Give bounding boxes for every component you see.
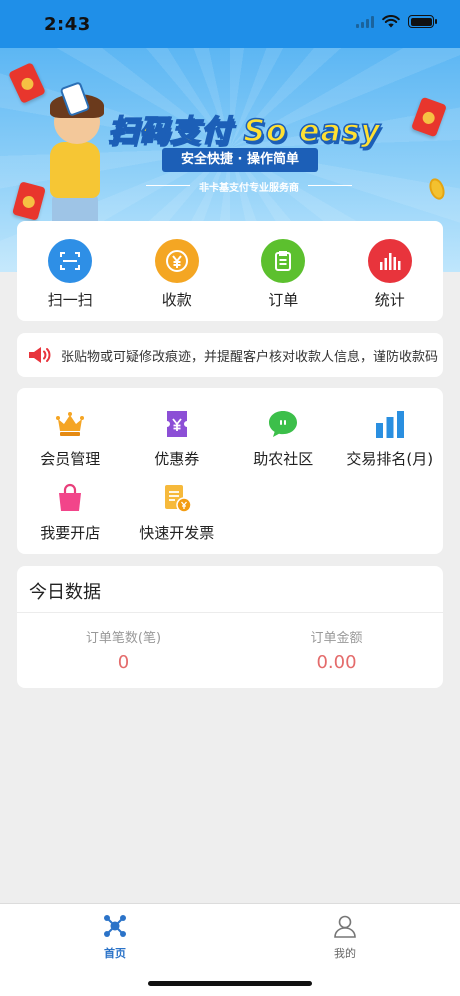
quick-action-label: 订单 bbox=[268, 291, 299, 309]
notice-bar[interactable]: 张贴物或可疑修改痕迹，并提醒客户核对收款人信息，谨防收款码 bbox=[17, 333, 443, 377]
shopping-bag-icon bbox=[54, 482, 86, 514]
today-data-card: 今日数据 订单笔数(笔) 0 订单金额 0.00 bbox=[17, 566, 443, 688]
quick-actions-card: 扫一扫 收款 订单 统计 bbox=[17, 221, 443, 321]
quick-action-orders[interactable]: 订单 bbox=[230, 221, 337, 321]
order-amount-label: 订单金额 bbox=[310, 631, 363, 646]
quick-action-statistics[interactable]: 统计 bbox=[337, 221, 444, 321]
service-label: 交易排名(月) bbox=[346, 450, 434, 468]
statistics-bars-icon bbox=[367, 239, 412, 283]
service-label: 我要开店 bbox=[40, 524, 101, 542]
banner-tagline: 非卡基支付专业服务商 bbox=[146, 179, 352, 194]
today-data-title: 今日数据 bbox=[17, 566, 443, 613]
quick-action-collect[interactable]: 收款 bbox=[124, 221, 231, 321]
service-open-shop[interactable]: 我要开店 bbox=[17, 482, 124, 556]
cellular-signal-icon bbox=[356, 15, 374, 28]
quick-action-label: 扫一扫 bbox=[47, 291, 93, 309]
services-grid: 会员管理 优惠券 助农社区 交易排名(月) 我要开店 快速开发票 bbox=[17, 388, 443, 554]
order-amount-value: 0.00 bbox=[316, 652, 357, 673]
service-coupons[interactable]: 优惠券 bbox=[124, 408, 231, 482]
home-indicator bbox=[148, 981, 312, 986]
quick-action-label: 统计 bbox=[374, 291, 405, 309]
order-count-value: 0 bbox=[117, 652, 130, 673]
service-farm-community[interactable]: 助农社区 bbox=[230, 408, 337, 482]
service-member-management[interactable]: 会员管理 bbox=[17, 408, 124, 482]
speaker-icon bbox=[29, 347, 51, 363]
order-count-stat[interactable]: 订单笔数(笔) 0 bbox=[17, 613, 230, 673]
service-label: 助农社区 bbox=[253, 450, 314, 468]
order-clipboard-icon bbox=[261, 239, 306, 283]
tab-label: 首页 bbox=[104, 947, 126, 960]
notice-text: 张贴物或可疑修改痕迹，并提醒客户核对收款人信息，谨防收款码 bbox=[61, 349, 439, 365]
service-monthly-ranking[interactable]: 交易排名(月) bbox=[337, 408, 444, 482]
battery-icon bbox=[408, 15, 437, 28]
wifi-icon bbox=[382, 15, 400, 28]
invoice-icon bbox=[161, 482, 193, 514]
status-bar: 2:43 bbox=[0, 0, 460, 48]
quick-action-scan[interactable]: 扫一扫 bbox=[17, 221, 124, 321]
service-label: 快速开发票 bbox=[139, 524, 215, 542]
quick-action-label: 收款 bbox=[161, 291, 192, 309]
status-time: 2:43 bbox=[44, 14, 91, 35]
scan-icon bbox=[48, 239, 93, 283]
banner-slogan: 扫码支付 So easy bbox=[107, 113, 382, 150]
service-quick-invoice[interactable]: 快速开发票 bbox=[124, 482, 231, 556]
ranking-bars-icon bbox=[374, 408, 406, 440]
banner-subtitle: 安全快捷 · 操作简单 bbox=[181, 152, 299, 167]
chat-bubble-icon bbox=[267, 408, 299, 440]
service-label: 会员管理 bbox=[40, 450, 101, 468]
coupon-icon bbox=[161, 408, 193, 440]
order-amount-stat[interactable]: 订单金额 0.00 bbox=[230, 613, 443, 673]
crown-icon bbox=[54, 408, 86, 440]
user-profile-icon bbox=[334, 915, 356, 938]
collect-yen-icon bbox=[154, 239, 199, 283]
home-network-icon bbox=[104, 915, 126, 937]
order-count-label: 订单笔数(笔) bbox=[85, 631, 162, 646]
status-icons bbox=[356, 15, 437, 28]
tab-label: 我的 bbox=[334, 947, 356, 960]
service-label: 优惠券 bbox=[154, 450, 200, 468]
